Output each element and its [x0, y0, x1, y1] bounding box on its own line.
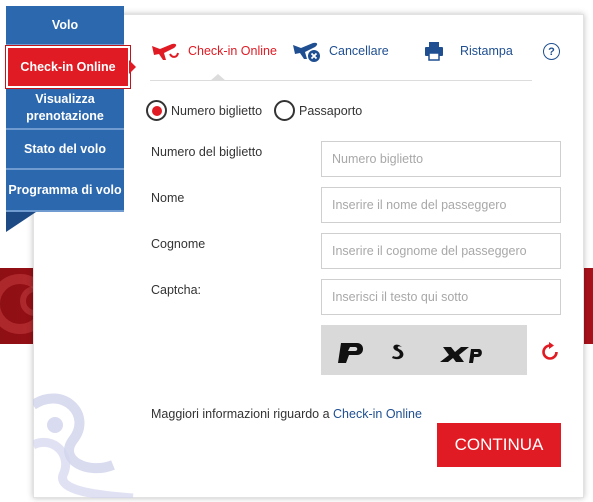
- printer-icon: [424, 41, 444, 61]
- sidebar-item-checkin-online[interactable]: Check-in Online: [5, 45, 136, 89]
- tab-label: Cancellare: [329, 44, 389, 58]
- sidebar-item-label: Programma di volo: [8, 182, 122, 197]
- help-icon[interactable]: ?: [543, 43, 560, 60]
- ticket-number-label: Numero del biglietto: [151, 145, 263, 159]
- sidebar-item-volo[interactable]: Volo: [6, 6, 124, 46]
- id-type-radio-group: Numero biglietto Passaporto: [146, 100, 374, 121]
- sidebar-fold-corner: [6, 212, 36, 232]
- continue-button[interactable]: CONTINUA: [437, 423, 561, 467]
- first-name-input[interactable]: [321, 187, 561, 223]
- sidebar-item-label: Check-in Online: [20, 59, 116, 74]
- first-name-label: Nome: [151, 191, 185, 205]
- tab-cancellare[interactable]: Cancellare: [291, 36, 389, 66]
- refresh-captcha-icon[interactable]: [539, 341, 561, 363]
- captcha-image: [321, 325, 527, 375]
- plane-checkin-icon: [150, 40, 180, 62]
- captcha-input[interactable]: [321, 279, 561, 315]
- tab-checkin-online[interactable]: Check-in Online: [150, 36, 277, 66]
- sidebar-item-programma-di-volo[interactable]: Programma di volo: [6, 170, 124, 212]
- tab-ristampa[interactable]: Ristampa: [424, 36, 513, 66]
- radio-passaporto[interactable]: [274, 100, 296, 121]
- radio-label-numero-biglietto: Numero biglietto: [171, 103, 263, 118]
- radio-numero-biglietto[interactable]: [146, 100, 167, 121]
- last-name-input[interactable]: [321, 233, 561, 269]
- decorative-wave-pattern: [33, 385, 143, 498]
- last-name-label: Cognome: [151, 237, 206, 251]
- sidebar-item-label: Volo: [51, 17, 79, 32]
- sidebar-item-visualizza-prenotazione[interactable]: Visualizza prenotazione: [6, 88, 124, 130]
- tab-label: Ristampa: [460, 44, 513, 58]
- captcha-label: Captcha:: [151, 283, 202, 297]
- sidebar-item-label: Visualizza prenotazione: [26, 92, 104, 123]
- more-info-link[interactable]: Check-in Online: [333, 407, 422, 421]
- sidebar-nav: Volo Check-in Online Visualizza prenotaz…: [5, 6, 136, 232]
- active-tab-indicator: [210, 74, 226, 81]
- sidebar-item-label: Stato del volo: [24, 141, 106, 156]
- sidebar-item-stato-del-volo[interactable]: Stato del volo: [6, 130, 124, 170]
- more-info-text: Maggiori informazioni riguardo a Check-i…: [151, 407, 422, 421]
- tab-label: Check-in Online: [188, 44, 277, 58]
- help-glyph: ?: [548, 45, 555, 58]
- ticket-number-input[interactable]: [321, 141, 561, 177]
- radio-dot: [151, 105, 162, 116]
- plane-cancel-icon: [291, 39, 321, 63]
- radio-label-passaporto: Passaporto: [299, 103, 363, 118]
- service-tabs: Check-in Online Cancellare Ristampa: [150, 36, 532, 81]
- more-info-prefix: Maggiori informazioni riguardo a: [151, 407, 334, 421]
